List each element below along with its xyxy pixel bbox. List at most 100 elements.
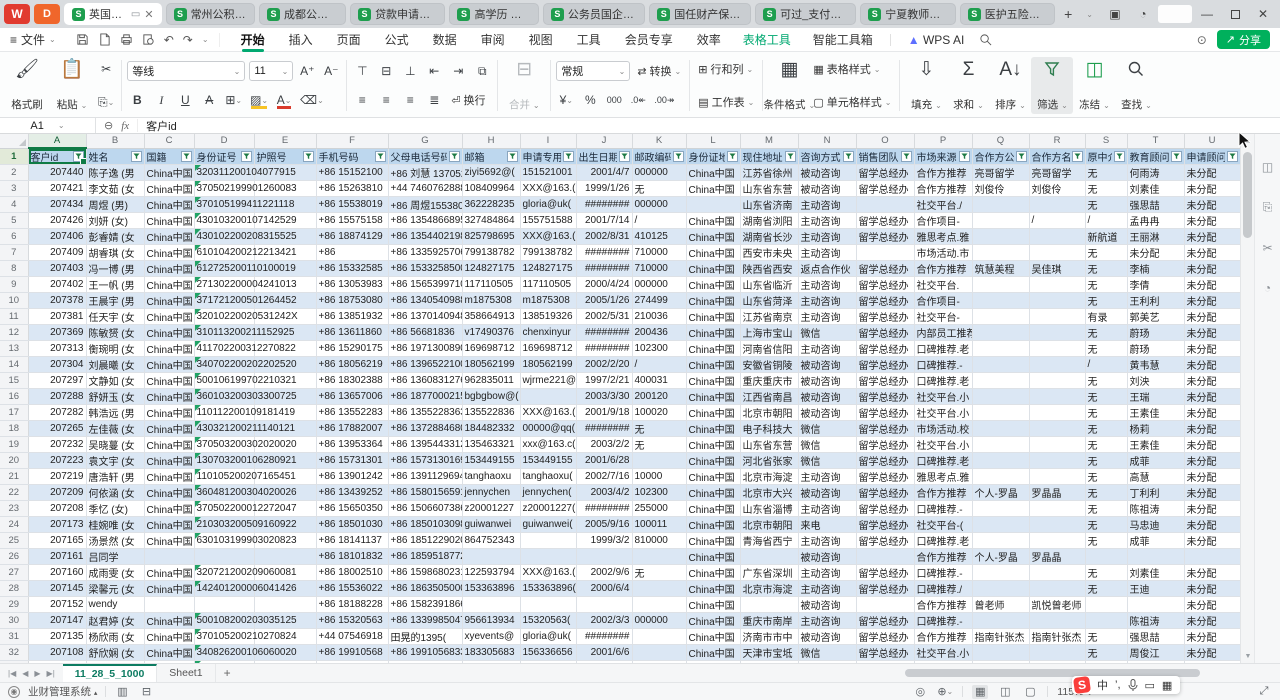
cell[interactable]: +86 1851229020 bbox=[388, 533, 462, 549]
cell[interactable]: 杨欣雨 (女 bbox=[86, 629, 144, 645]
cell[interactable]: 主动咨询 bbox=[798, 277, 856, 293]
cell[interactable]: 未分配 bbox=[1184, 341, 1240, 357]
number-format-select[interactable]: 常规⌄ bbox=[556, 61, 630, 81]
cell[interactable]: +86 56681836 bbox=[388, 325, 462, 341]
cell[interactable]: XXX@163.( bbox=[520, 565, 576, 581]
cell[interactable]: 河北省张家 bbox=[740, 453, 798, 469]
cell[interactable]: 主动咨询 bbox=[798, 533, 856, 549]
cell[interactable]: 内部员工推荐 bbox=[914, 325, 972, 341]
cell[interactable]: 留学总经办 bbox=[856, 181, 914, 197]
cell[interactable]: 留学总经办 bbox=[856, 293, 914, 309]
cell[interactable]: 蔚玚 bbox=[1127, 325, 1184, 341]
cell[interactable]: 207265 bbox=[28, 421, 86, 437]
cell[interactable]: 文静如 (女 bbox=[86, 373, 144, 389]
cell[interactable]: 山东省济南 bbox=[740, 197, 798, 213]
cell[interactable]: 郭美艺 bbox=[1127, 309, 1184, 325]
cell[interactable]: 微信 bbox=[798, 421, 856, 437]
cell[interactable]: 微信 bbox=[798, 325, 856, 341]
cell[interactable]: 未分配 bbox=[1184, 325, 1240, 341]
cell[interactable]: China中国 bbox=[686, 501, 740, 517]
filter-dropdown-icon[interactable] bbox=[673, 151, 684, 162]
row-header-9[interactable]: 9 bbox=[0, 277, 28, 293]
cell[interactable]: 成雨雯 (女 bbox=[86, 565, 144, 581]
cell[interactable]: chenxinyur bbox=[520, 325, 576, 341]
cell[interactable]: China中国 bbox=[686, 645, 740, 661]
cell[interactable]: +86 1339985047 bbox=[388, 613, 462, 629]
cell[interactable]: 153449155 bbox=[462, 453, 520, 469]
cell[interactable]: 口碑推荐.老 bbox=[914, 341, 972, 357]
cell[interactable]: 320721200209060081 bbox=[194, 565, 254, 581]
column-header-D[interactable]: D bbox=[194, 134, 254, 148]
cell[interactable] bbox=[1029, 309, 1085, 325]
percent-icon[interactable]: % bbox=[580, 90, 600, 110]
cell[interactable]: China中国 bbox=[144, 261, 194, 277]
cell[interactable]: 主动咨询 bbox=[798, 613, 856, 629]
cell[interactable]: 凯悦曾老师 bbox=[1029, 597, 1085, 613]
cell[interactable]: 口碑推荐.老 bbox=[914, 453, 972, 469]
minimize-button[interactable]: — bbox=[1194, 3, 1220, 25]
table-style-button[interactable]: ▦ 表格样式⌄ bbox=[810, 59, 894, 79]
tab-公式[interactable]: 公式 bbox=[374, 28, 420, 51]
cell[interactable]: / bbox=[632, 213, 686, 229]
ime-punctuation-icon[interactable]: ’, bbox=[1115, 679, 1121, 691]
cell[interactable]: 207145 bbox=[28, 581, 86, 597]
clear-format-button[interactable]: ⌫⌄ bbox=[298, 90, 326, 110]
cell[interactable]: 被动咨询 bbox=[798, 181, 856, 197]
cell[interactable]: 371721200501264452 bbox=[194, 293, 254, 309]
cell[interactable]: tanghaoxu( bbox=[520, 469, 576, 485]
cell[interactable]: 153449155 bbox=[520, 453, 576, 469]
cell[interactable]: +86 13439252 bbox=[316, 485, 388, 501]
cell[interactable]: 季忆 (女) bbox=[86, 501, 144, 517]
cell[interactable]: 刘俊伶 bbox=[972, 181, 1029, 197]
cell[interactable]: 无 bbox=[1085, 197, 1127, 213]
cell[interactable]: +86 13953364 bbox=[316, 437, 388, 453]
skin-icon[interactable]: ◫ bbox=[1262, 160, 1273, 174]
document-tab[interactable]: S英国留学生...▭✕ bbox=[64, 3, 162, 25]
workspace-icon[interactable]: ▣ bbox=[1102, 3, 1128, 25]
cell[interactable]: 未分配 bbox=[1184, 421, 1240, 437]
cell[interactable]: 雅思考点.雅 bbox=[914, 469, 972, 485]
cell[interactable]: China中国 bbox=[686, 261, 740, 277]
cell[interactable] bbox=[194, 549, 254, 565]
cell[interactable]: +86 1971300890 bbox=[388, 341, 462, 357]
ime-toolbox-icon[interactable]: ▦ bbox=[1162, 679, 1172, 692]
tab-审阅[interactable]: 审阅 bbox=[470, 28, 516, 51]
cell[interactable]: 留学总经办 bbox=[856, 613, 914, 629]
cell[interactable]: 207152 bbox=[28, 597, 86, 613]
cell[interactable]: China中国 bbox=[686, 181, 740, 197]
cell[interactable]: 207209 bbox=[28, 485, 86, 501]
cell[interactable]: 340702200202202520 bbox=[194, 357, 254, 373]
cell[interactable]: 留学总经办 bbox=[856, 501, 914, 517]
column-header-R[interactable]: R bbox=[1029, 134, 1085, 148]
cell[interactable] bbox=[632, 581, 686, 597]
cell[interactable]: 207165 bbox=[28, 533, 86, 549]
cell[interactable]: 刘泱 bbox=[1127, 373, 1184, 389]
cell[interactable] bbox=[972, 197, 1029, 213]
cell[interactable]: China中国 bbox=[144, 229, 194, 245]
cell[interactable]: China中国 bbox=[686, 309, 740, 325]
cell[interactable]: 留学总经办 bbox=[856, 437, 914, 453]
cell[interactable]: 微信 bbox=[798, 453, 856, 469]
cell[interactable]: +86 周煜155380 bbox=[388, 197, 462, 213]
cell[interactable] bbox=[1029, 613, 1085, 629]
cell[interactable]: China中国 bbox=[686, 229, 740, 245]
cell[interactable]: 156336656 bbox=[520, 645, 576, 661]
column-header-A[interactable]: A bbox=[28, 134, 86, 148]
justify-icon[interactable]: ≣ bbox=[424, 90, 444, 110]
document-tab[interactable]: S贷款申请信息.xlsx bbox=[350, 3, 445, 25]
tab-会员专享[interactable]: 会员专享 bbox=[614, 28, 684, 51]
cell[interactable]: 高慧 bbox=[1127, 469, 1184, 485]
row-header-8[interactable]: 8 bbox=[0, 261, 28, 277]
cell[interactable]: 142401200006041426 bbox=[194, 581, 254, 597]
eye-protect-icon[interactable]: ◎ bbox=[912, 685, 928, 699]
cell[interactable]: 207208 bbox=[28, 501, 86, 517]
cell[interactable] bbox=[972, 421, 1029, 437]
cell[interactable]: ######## bbox=[576, 325, 632, 341]
cell[interactable]: 未分配 bbox=[1184, 437, 1240, 453]
cell[interactable]: 207402 bbox=[28, 277, 86, 293]
cell[interactable]: 电子科技大 bbox=[740, 421, 798, 437]
row-header-1[interactable]: 1 bbox=[0, 148, 28, 165]
cell[interactable]: 207288 bbox=[28, 389, 86, 405]
cell[interactable]: China中国 bbox=[144, 293, 194, 309]
cell[interactable]: 销售团队 bbox=[856, 148, 914, 165]
